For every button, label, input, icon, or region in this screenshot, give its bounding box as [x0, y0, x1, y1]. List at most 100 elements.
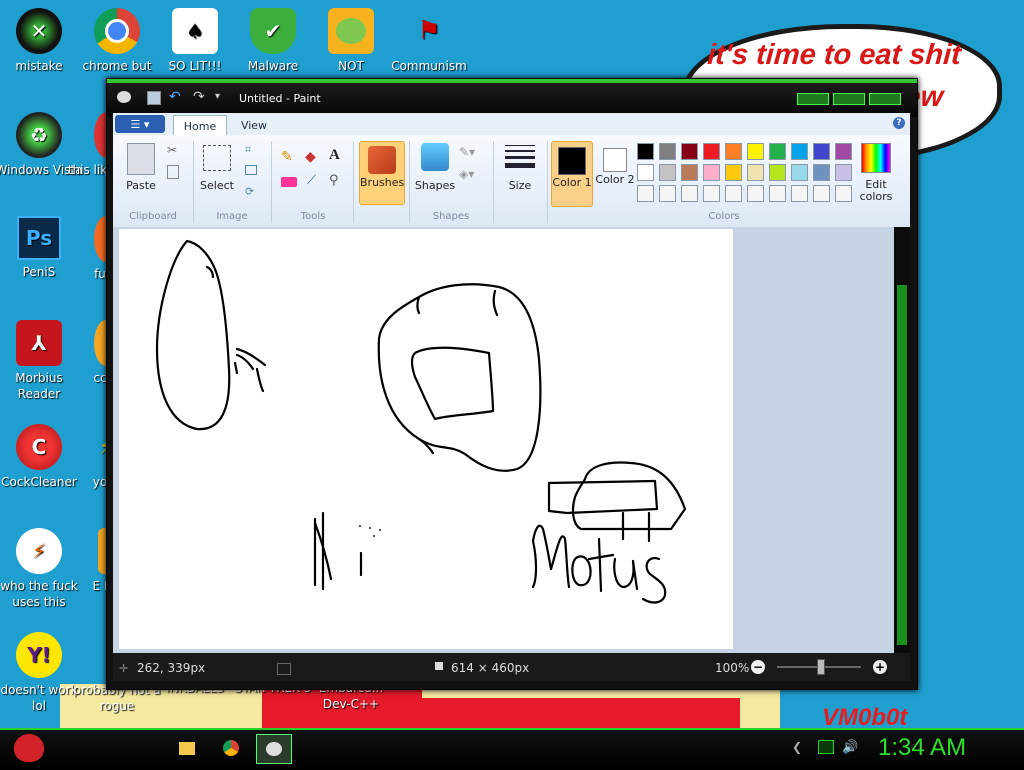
outline-icon[interactable]: ✎▾ — [459, 145, 475, 159]
color-swatch[interactable] — [659, 143, 676, 160]
paint-window[interactable]: ↶ ↷ ▾ Untitled - Paint ☰ ▾ Home View ? P… — [106, 78, 918, 690]
color-swatch[interactable] — [703, 164, 720, 181]
rotate-icon[interactable]: ⟳ — [245, 185, 254, 198]
desktop-icon-malware[interactable]: ✔ Malware — [228, 8, 318, 74]
paste-icon[interactable] — [127, 143, 155, 175]
tab-home[interactable]: Home — [173, 115, 227, 136]
copy-icon[interactable] — [167, 165, 179, 179]
quick-access-dropdown-icon[interactable]: ▾ — [215, 91, 220, 102]
size-icon[interactable] — [505, 145, 535, 168]
help-icon[interactable]: ? — [893, 117, 905, 129]
color-swatch[interactable] — [681, 164, 698, 181]
volume-icon[interactable]: 🔊 — [842, 740, 858, 756]
color-swatch[interactable] — [681, 143, 698, 160]
taskbar-chrome-button[interactable] — [214, 734, 248, 762]
color-swatch[interactable] — [637, 185, 654, 202]
color-swatch[interactable] — [703, 185, 720, 202]
title-bar[interactable] — [107, 79, 917, 117]
color-swatch[interactable] — [747, 164, 764, 181]
desktop-icon-not[interactable]: NOT — [306, 8, 396, 74]
desktop-icon-fu[interactable]: fu — [70, 216, 110, 282]
pencil-icon[interactable]: ✎ — [281, 149, 293, 165]
color-swatch[interactable] — [747, 185, 764, 202]
color-swatch[interactable] — [747, 143, 764, 160]
wallpaper-red-band — [420, 698, 740, 730]
canvas-size: 614 × 460px — [451, 661, 530, 675]
tab-view[interactable]: View — [231, 115, 277, 135]
magnifier-icon[interactable]: ⚲ — [329, 173, 339, 188]
file-menu-button[interactable]: ☰ ▾ — [115, 115, 165, 133]
color-swatch[interactable] — [769, 164, 786, 181]
shapes-icon[interactable] — [421, 143, 449, 171]
color-swatch[interactable] — [791, 164, 808, 181]
save-icon[interactable] — [147, 91, 161, 105]
shield-icon: ✔ — [250, 8, 296, 54]
close-button[interactable] — [869, 93, 901, 105]
zoom-out-button[interactable]: − — [751, 660, 765, 674]
taskbar-explorer-button[interactable] — [170, 734, 204, 762]
eraser-icon[interactable] — [281, 177, 297, 187]
paint-app-icon[interactable] — [117, 91, 131, 103]
scrollbar-thumb[interactable] — [897, 285, 907, 645]
color-swatch[interactable] — [725, 185, 742, 202]
desktop-icon-yo[interactable]: ⚡ yo — [70, 424, 110, 490]
redo-icon[interactable]: ↷ — [193, 89, 205, 105]
resize-icon[interactable] — [245, 165, 257, 175]
edit-colors-icon[interactable] — [861, 143, 891, 173]
fill-shape-icon[interactable]: ◈▾ — [459, 167, 474, 181]
recycle-icon: ♻ — [16, 112, 62, 158]
drawing-canvas[interactable] — [119, 229, 733, 649]
color-swatch[interactable] — [637, 143, 654, 160]
show-hidden-icons[interactable]: ❮ — [792, 740, 808, 756]
minimize-button[interactable] — [797, 93, 829, 105]
color-swatch[interactable] — [725, 143, 742, 160]
network-icon[interactable] — [818, 740, 834, 754]
zoom-in-button[interactable]: + — [873, 660, 887, 674]
desktop-icon-cc[interactable]: cc — [70, 320, 110, 386]
color1-button[interactable]: Color 1 — [551, 141, 593, 207]
desktop-icon-solitaire[interactable]: ♠ SO LIT!!! — [150, 8, 240, 74]
cut-icon[interactable]: ✂ — [167, 143, 177, 157]
color-swatch[interactable] — [725, 164, 742, 181]
zoom-slider-knob[interactable] — [817, 659, 825, 675]
separator — [409, 141, 410, 223]
paste-button[interactable]: Paste — [119, 179, 163, 192]
color-swatch[interactable] — [813, 164, 830, 181]
brushes-button[interactable]: Brushes — [359, 141, 405, 205]
select-button[interactable]: Select — [195, 179, 239, 192]
desktop-icon-communism[interactable]: ⚑ Communism — [384, 8, 474, 74]
maximize-button[interactable] — [833, 93, 865, 105]
start-button[interactable] — [8, 731, 48, 767]
color-swatch[interactable] — [835, 185, 852, 202]
clock[interactable]: 1:34 AM — [878, 734, 966, 762]
color-swatch[interactable] — [835, 143, 852, 160]
color-swatch[interactable] — [637, 164, 654, 181]
shapes-button[interactable]: Shapes — [413, 179, 457, 192]
color2-swatch — [603, 148, 627, 172]
color-picker-icon[interactable]: ⟋ — [307, 173, 316, 188]
lightning-icon: ⚡ — [16, 528, 62, 574]
crop-icon[interactable]: ⌗ — [245, 143, 251, 157]
text-icon[interactable]: A — [329, 147, 340, 164]
color-swatch[interactable] — [791, 143, 808, 160]
color-swatch[interactable] — [659, 185, 676, 202]
select-icon[interactable] — [203, 145, 231, 171]
undo-icon[interactable]: ↶ — [169, 89, 181, 105]
color2-button[interactable]: Color 2 — [595, 141, 635, 205]
taskbar-paint-button[interactable] — [256, 734, 292, 764]
doodle-shape — [547, 479, 659, 515]
doodle-shape — [377, 283, 542, 472]
window-title: Untitled - Paint — [239, 92, 321, 105]
color-swatch[interactable] — [659, 164, 676, 181]
color-swatch[interactable] — [703, 143, 720, 160]
color-swatch[interactable] — [769, 143, 786, 160]
color-swatch[interactable] — [681, 185, 698, 202]
color-swatch[interactable] — [791, 185, 808, 202]
fill-icon[interactable]: ◆ — [305, 149, 316, 165]
edit-colors-button[interactable]: Edit colors — [851, 179, 901, 203]
size-button[interactable]: Size — [499, 179, 541, 192]
color-swatch[interactable] — [769, 185, 786, 202]
color-swatch[interactable] — [835, 164, 852, 181]
color-swatch[interactable] — [813, 185, 830, 202]
color-swatch[interactable] — [813, 143, 830, 160]
